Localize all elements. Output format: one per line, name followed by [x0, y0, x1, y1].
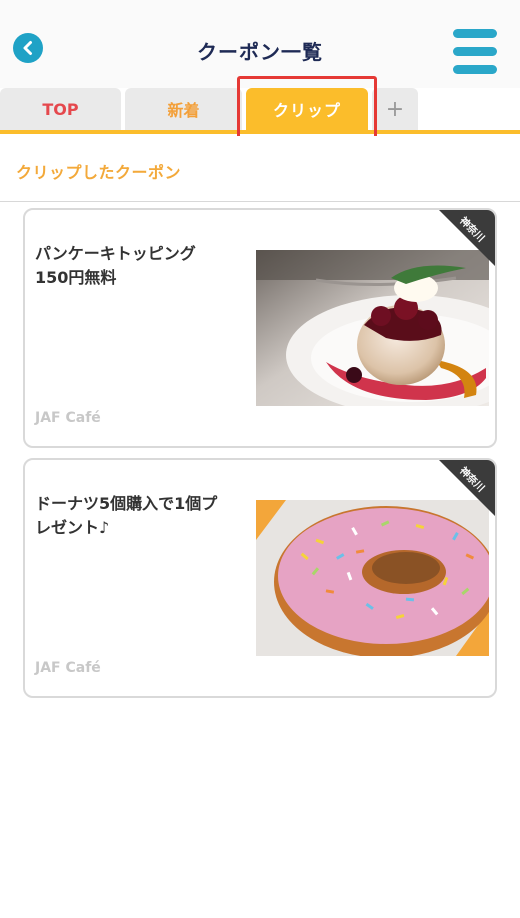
region-badge: 神奈川	[439, 210, 495, 266]
section-title: クリップしたクーポン	[16, 163, 182, 182]
section-header: クリップしたクーポン	[0, 136, 520, 202]
tab-underline	[0, 130, 520, 134]
hamburger-menu-icon[interactable]	[451, 27, 499, 75]
coupon-shop-name: JAF Café	[35, 660, 101, 676]
coupon-shop-name: JAF Café	[35, 410, 101, 426]
coupon-title: パンケーキトッピング 150円無料	[35, 242, 245, 290]
pancake-image	[256, 250, 489, 406]
coupon-title-line: 150円無料	[35, 268, 117, 287]
tab-add-button[interactable]: +	[372, 88, 418, 130]
page-title: クーポン一覧	[197, 40, 323, 64]
app-header: クーポン一覧	[0, 0, 520, 88]
tab-clip[interactable]: クリップ	[246, 88, 368, 130]
coupon-card[interactable]: パンケーキトッピング 150円無料 JAF Café 神奈川	[23, 208, 497, 448]
tab-bar: TOP 新着 クリップ +	[0, 88, 520, 134]
coupon-title-line: パンケーキトッピング	[35, 244, 196, 263]
donut-image	[256, 500, 489, 656]
coupon-card[interactable]: ドーナツ5個購入で1個プ レゼント♪ JAF Café 神奈川	[23, 458, 497, 698]
tab-top[interactable]: TOP	[0, 88, 121, 130]
coupon-title: ドーナツ5個購入で1個プ レゼント♪	[35, 492, 245, 540]
coupon-title-line: レゼント♪	[35, 518, 110, 537]
coupon-title-line: ドーナツ5個購入で1個プ	[35, 494, 218, 513]
region-badge: 神奈川	[439, 460, 495, 516]
tab-new[interactable]: 新着	[125, 88, 242, 130]
